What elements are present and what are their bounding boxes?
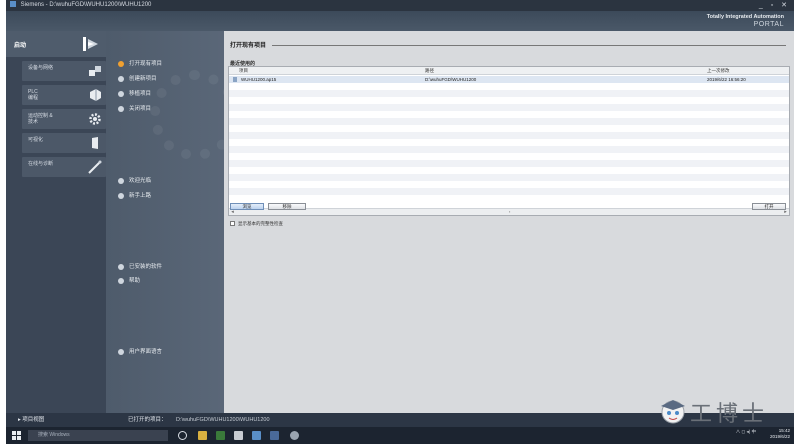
tia-portal-taskbar-icon[interactable]	[270, 431, 279, 440]
dot-icon	[118, 277, 124, 284]
project-view-link[interactable]: ▸ 项目视图	[18, 413, 44, 427]
browse-button[interactable]: 浏览	[230, 203, 264, 210]
cell-project: WUHU1200.ap15	[241, 77, 277, 82]
action-ui-language[interactable]: 用户界面语言	[118, 348, 162, 357]
empty-row	[229, 188, 789, 195]
visualization-icon	[92, 137, 98, 149]
sidebar-item-devices-networks[interactable]: 设备与网络	[22, 61, 106, 81]
windows-start-icon[interactable]	[12, 431, 21, 440]
dot-icon	[118, 90, 124, 97]
window-title: Siemens - D:\wuhuFGD\WUHU1200\WUHU1200	[20, 2, 152, 8]
watermark-mascot-icon	[661, 400, 685, 424]
open-button[interactable]: 打开	[752, 203, 786, 210]
portal-header: Totally Integrated Automation PORTAL	[6, 11, 794, 31]
window-title-bar: Siemens - D:\wuhuFGD\WUHU1200\WUHU1200 _…	[6, 0, 794, 11]
empty-row	[229, 146, 789, 153]
sidebar-item-label: 在线与诊断	[28, 161, 54, 167]
empty-row	[229, 118, 789, 125]
page-title: 打开现有项目	[230, 43, 267, 49]
devices-network-icon	[89, 66, 101, 76]
open-project-panel: 打开现有项目 最近使用的 项目 路径 上一次修改 WUHU1200.ap15 D…	[224, 31, 794, 413]
app-icon	[10, 1, 16, 8]
empty-row	[229, 160, 789, 167]
table-header: 项目 路径 上一次修改	[229, 67, 789, 75]
sidebar-item-visualization[interactable]: 可视化	[22, 133, 106, 153]
brand-line1: Totally Integrated Automation	[706, 14, 784, 20]
taskbar-app-icon[interactable]	[234, 431, 243, 440]
sidebar-item-label: 运动控制 & 技术	[28, 113, 53, 125]
window-controls[interactable]: _ ▫ ✕	[759, 0, 790, 11]
dot-icon	[118, 263, 124, 270]
project-file-icon	[233, 77, 237, 82]
cell-modified: 2019/6/22 16:56:20	[707, 77, 746, 82]
start-label: 启动	[14, 43, 27, 49]
cortana-icon[interactable]	[178, 431, 187, 440]
recent-projects-table: 项目 路径 上一次修改 WUHU1200.ap15 D:\wuhuFGD\WUH…	[228, 66, 790, 216]
column-header-project[interactable]: 项目	[239, 67, 248, 75]
checkbox-label: 显示基本的完整性检查	[238, 221, 283, 226]
watermark-logo: 工博士	[654, 394, 794, 438]
action-close-project[interactable]: 关闭项目	[118, 105, 151, 114]
brand-line2: PORTAL	[753, 21, 784, 28]
tia-brand: Totally Integrated Automation PORTAL	[707, 14, 784, 28]
taskbar-search-box[interactable]: 搜索 Windows	[28, 430, 168, 441]
portal-sidebar: 启动 设备与网络 PLC 编程 运动控制 & 技术 可视化 在线与诊断	[6, 31, 106, 413]
opened-project-path: D:\wuhuFGD\WUHU1200\WUHU1200	[176, 417, 270, 423]
active-dot-icon	[118, 60, 124, 67]
dot-icon	[118, 105, 124, 112]
title-divider	[272, 45, 786, 46]
empty-row	[229, 174, 789, 181]
horizontal-scrollbar[interactable]: ◂ ▪ ▸	[229, 208, 789, 215]
cell-path: D:\wuhuFGD\WUHU1200	[425, 77, 477, 82]
sidebar-item-label: 可视化	[28, 137, 44, 143]
action-help[interactable]: 帮助	[118, 277, 140, 286]
dot-icon	[118, 348, 124, 355]
start-icon	[83, 37, 98, 51]
sidebar-item-label: PLC 编程	[28, 89, 39, 101]
dot-icon	[118, 75, 124, 82]
action-welcome-tour[interactable]: 欢迎光临	[118, 177, 151, 186]
watermark-text: 工博士	[690, 402, 769, 427]
sidebar-item-label: 设备与网络	[28, 65, 54, 71]
motion-control-gear-icon	[89, 113, 101, 125]
online-diagnostics-icon	[88, 160, 102, 174]
sidebar-item-plc-programming[interactable]: PLC 编程	[22, 85, 106, 105]
scroll-thumb-icon[interactable]: ▪	[509, 209, 510, 214]
taskbar-app-icon[interactable]	[252, 431, 261, 440]
remove-button[interactable]: 移除	[268, 203, 306, 210]
action-installed-software[interactable]: 已安装的软件	[118, 263, 162, 272]
action-first-steps[interactable]: 新手上路	[118, 192, 151, 201]
sidebar-item-motion-control[interactable]: 运动控制 & 技术	[22, 109, 106, 129]
empty-row	[229, 104, 789, 111]
action-create-project[interactable]: 创建新项目	[118, 75, 157, 84]
taskbar-app-icon[interactable]	[290, 431, 299, 440]
file-explorer-icon[interactable]	[198, 431, 207, 440]
action-open-project[interactable]: 打开现有项目	[118, 60, 162, 69]
integrity-check-option[interactable]: 显示基本的完整性检查	[230, 221, 283, 227]
empty-row	[229, 132, 789, 139]
action-migrate-project[interactable]: 移植项目	[118, 90, 151, 99]
column-header-path[interactable]: 路径	[425, 67, 434, 75]
dot-icon	[118, 177, 124, 184]
column-header-modified[interactable]: 上一次修改	[707, 67, 730, 75]
sidebar-item-online-diagnostics[interactable]: 在线与诊断	[22, 157, 106, 177]
plc-programming-icon	[90, 89, 101, 101]
sidebar-item-start[interactable]: 启动	[6, 31, 106, 57]
table-row[interactable]: WUHU1200.ap15 D:\wuhuFGD\WUHU1200 2019/6…	[229, 76, 789, 83]
taskbar-app-icon[interactable]	[216, 431, 225, 440]
empty-row	[229, 90, 789, 97]
dot-icon	[118, 192, 124, 199]
integrity-check-checkbox[interactable]	[230, 221, 235, 227]
opened-project-label: 已打开的项目：	[128, 417, 167, 423]
